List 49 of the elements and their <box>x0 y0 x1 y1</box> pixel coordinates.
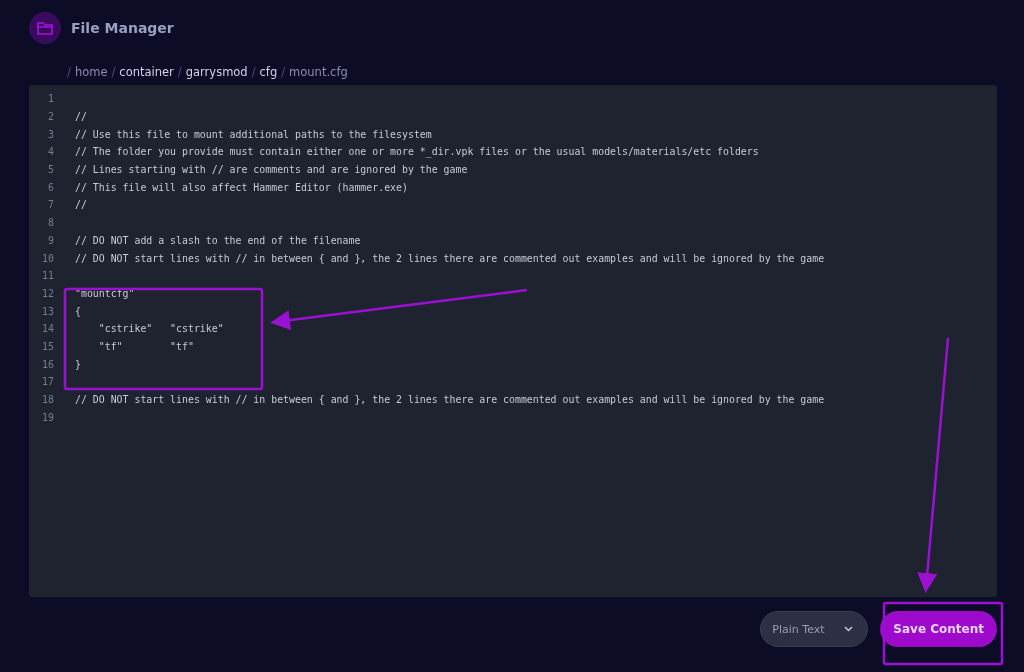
code-line: // Lines starting with // are comments and are ignored by the game <box>75 164 468 176</box>
line-number: 12 <box>41 287 54 299</box>
breadcrumb-link[interactable]: mount.cfg <box>289 65 348 79</box>
code-line: "tf" "tf" <box>97 340 194 352</box>
path-separator: / <box>67 65 71 79</box>
line-number: 2 <box>47 111 54 123</box>
code-editor[interactable] <box>29 85 997 597</box>
folder-icon <box>29 12 61 44</box>
line-number: 19 <box>41 411 54 423</box>
breadcrumb-link[interactable]: garrysmod <box>185 65 248 79</box>
breadcrumb-link[interactable]: cfg <box>259 65 278 79</box>
path-separator: / <box>177 65 182 79</box>
line-number: 1 <box>47 93 54 105</box>
line-number: 18 <box>41 394 54 406</box>
code-line: { <box>75 305 81 317</box>
line-number: 5 <box>47 164 54 176</box>
line-number: 17 <box>41 376 54 388</box>
chevron-down-icon <box>844 626 854 632</box>
code-line: // DO NOT start lines with // in between { and }, the 2 lines there are commented out examples and will be ignored by the game <box>75 252 825 264</box>
code-line: "cstrike" "cstrike" <box>97 323 224 335</box>
line-number: 3 <box>47 128 54 140</box>
breadcrumb-link[interactable]: container <box>119 65 174 79</box>
breadcrumb-link[interactable]: home <box>74 65 108 79</box>
code-line: // <box>75 199 87 211</box>
page-title: File Manager <box>71 20 174 36</box>
code-line: // This file will also affect Hammer Editor (hammer.exe) <box>75 181 408 193</box>
path-separator: / <box>251 65 256 79</box>
code-line: // DO NOT start lines with // in between { and }, the 2 lines there are commented out examples and will be ignored by the game <box>75 394 825 406</box>
path-separator: / <box>111 65 116 79</box>
line-number: 13 <box>41 305 54 317</box>
code-line: } <box>75 358 81 370</box>
line-number: 6 <box>47 181 54 193</box>
line-number: 7 <box>47 199 54 211</box>
line-number: 16 <box>41 358 54 370</box>
code-line: // DO NOT add a slash to the end of the filename <box>75 234 361 246</box>
code-line: // The folder you provide must contain either one or more *_dir.vpk files or the usual models/materials/etc folders <box>75 146 759 158</box>
line-number: 10 <box>41 252 54 264</box>
language-dropdown[interactable]: Plain Text <box>760 611 869 647</box>
code-line: "mountcfg" <box>75 287 135 299</box>
code-line: // <box>75 111 87 123</box>
save-content-button[interactable]: Save Content <box>880 611 997 647</box>
line-number: 4 <box>47 146 54 158</box>
line-number: 11 <box>41 270 54 282</box>
path-separator: / <box>281 65 286 79</box>
line-number: 14 <box>41 323 54 335</box>
line-number: 8 <box>47 217 54 229</box>
code-line: // Use this file to mount additional paths to the filesystem <box>75 128 432 140</box>
line-number: 9 <box>47 234 54 246</box>
line-number: 15 <box>41 340 54 352</box>
